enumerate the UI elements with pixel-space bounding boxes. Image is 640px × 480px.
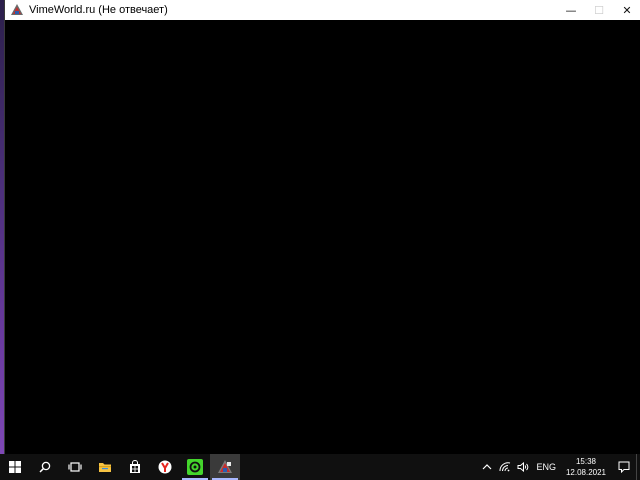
razer-icon [187, 459, 203, 475]
maximize-button[interactable]: ☐ [585, 0, 613, 20]
system-tray: ENG 15:38 12.08.2021 [478, 454, 640, 480]
vimeworld-app-icon [11, 4, 23, 15]
clock-time: 15:38 [575, 457, 597, 466]
speaker-icon [517, 462, 529, 472]
task-view-button[interactable] [60, 454, 90, 480]
vimeworld-taskbar-button[interactable] [210, 454, 240, 480]
clock[interactable]: 15:38 12.08.2021 [564, 456, 608, 478]
input-language-indicator[interactable]: ENG [536, 462, 556, 472]
task-view-icon [68, 462, 82, 472]
yandex-icon [158, 460, 172, 474]
taskbar: ENG 15:38 12.08.2021 [0, 454, 640, 480]
show-hidden-icons-button[interactable] [479, 454, 495, 480]
search-button[interactable] [30, 454, 60, 480]
window-title: VimeWorld.ru (Не отвечает) [29, 4, 168, 16]
chevron-up-icon [483, 464, 492, 470]
app-window: VimeWorld.ru (Не отвечает) — ☐ ✕ [4, 0, 640, 454]
network-button[interactable] [497, 454, 513, 480]
razer-button[interactable] [180, 454, 210, 480]
show-desktop-button[interactable] [636, 454, 640, 480]
yandex-browser-button[interactable] [150, 454, 180, 480]
desktop: VimeWorld.ru (Не отвечает) — ☐ ✕ ENG 15:… [0, 0, 640, 480]
start-button[interactable] [0, 454, 30, 480]
folder-icon [99, 463, 111, 472]
search-icon [39, 461, 51, 473]
window-titlebar[interactable]: VimeWorld.ru (Не отвечает) — ☐ ✕ [5, 0, 640, 20]
vimeworld-icon [218, 460, 232, 473]
minimize-button[interactable]: — [557, 0, 585, 20]
action-center-button[interactable] [612, 454, 636, 480]
windows-icon [9, 461, 21, 473]
volume-button[interactable] [515, 454, 531, 480]
notification-icon [618, 461, 630, 473]
store-button[interactable] [120, 454, 150, 480]
wifi-icon [499, 462, 511, 472]
clock-date: 12.08.2021 [565, 468, 607, 477]
window-controls: — ☐ ✕ [557, 0, 640, 20]
file-explorer-button[interactable] [90, 454, 120, 480]
store-icon [130, 460, 140, 473]
window-client-area[interactable] [5, 20, 640, 454]
close-button[interactable]: ✕ [613, 0, 640, 20]
